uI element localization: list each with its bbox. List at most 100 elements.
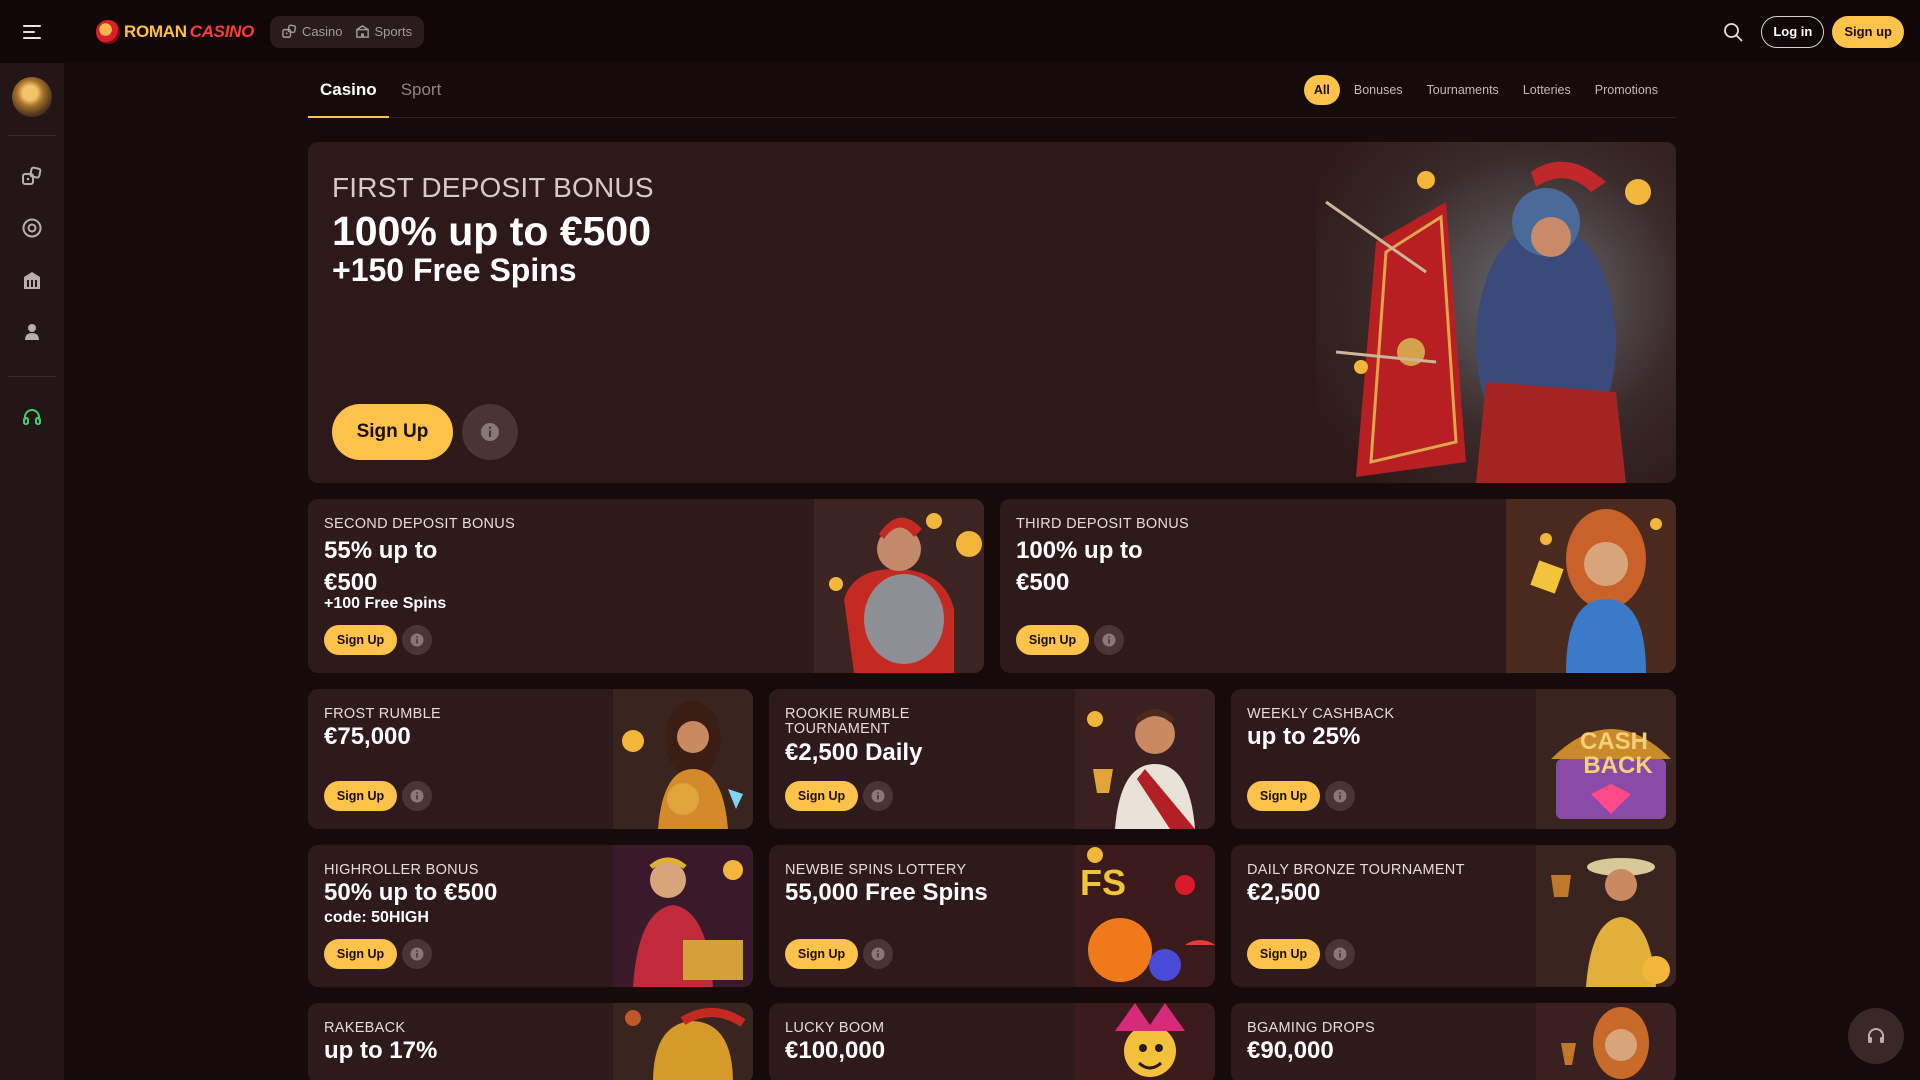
sidebar [0,63,64,1080]
promo-title: THIRD DEPOSIT BONUS [1016,516,1190,532]
cowgirl-illustration [1536,845,1676,987]
segment-sports-label: Sports [374,24,413,39]
user-icon [25,324,39,340]
segment-sports[interactable]: Sports [349,24,419,39]
promo-signup-button[interactable]: Sign Up [1016,625,1089,655]
promo-card-highroller[interactable]: HIGHROLLER BONUS 50% up to €500 code: 50… [308,845,753,987]
sidebar-item-sports[interactable] [0,202,64,254]
promo-card-third-deposit[interactable]: THIRD DEPOSIT BONUS 100% up to €500 Sign… [1000,499,1676,673]
promo-card-weekly-cashback[interactable]: CASH BACK WEEKLY CASHBACK up to 25% Sign… [1231,689,1676,829]
top-bar: ROMAN CASINO Casino Sports Log in Sign up [0,0,1920,63]
promo-card-frost-rumble[interactable]: FROST RUMBLE €75,000 Sign Up [308,689,753,829]
logo-text-roman: ROMAN [124,21,187,41]
promo-value: €75,000 [324,723,411,750]
promo-signup-button[interactable]: Sign Up [1247,939,1320,969]
promo-info-button[interactable] [402,781,432,811]
queen-illustration [1536,1003,1676,1080]
promo-card-daily-bronze[interactable]: DAILY BRONZE TOURNAMENT €2,500 Sign Up [1231,845,1676,987]
promo-signup-button[interactable]: Sign Up [324,939,397,969]
sidebar-divider [8,376,56,377]
promo-title: DAILY BRONZE TOURNAMENT [1247,862,1465,878]
dice-icon [22,166,42,185]
hamburger-menu-icon[interactable] [0,0,64,63]
promo-filters: All Bonuses Tournaments Lotteries Promot… [1303,75,1676,105]
info-icon [410,789,424,803]
svg-text:CASH: CASH [1580,728,1648,755]
filter-all[interactable]: All [1303,75,1340,105]
promo-info-button[interactable] [863,939,893,969]
filter-tournaments[interactable]: Tournaments [1417,75,1509,105]
promo-title: NEWBIE SPINS LOTTERY [785,862,967,878]
caesar-gold-illustration [613,845,753,987]
promo-info-button[interactable] [1094,625,1124,655]
filter-promotions[interactable]: Promotions [1585,75,1668,105]
info-icon [410,633,424,647]
tab-bar: Casino Sport All Bonuses Tournaments Lot… [308,63,1676,118]
promo-card-rookie-rumble[interactable]: ROOKIE RUMBLE TOURNAMENT €2,500 Daily Si… [769,689,1215,829]
loyalty-badge-icon[interactable] [12,77,52,117]
promo-signup-button[interactable]: Sign Up [324,781,397,811]
segment-casino[interactable]: Casino [276,24,348,39]
tab-sport[interactable]: Sport [389,63,454,118]
login-button[interactable]: Log in [1761,15,1825,48]
promo-value-line1: 100% up to [1016,537,1143,564]
promo-info-button[interactable] [402,939,432,969]
promo-value: €100,000 [785,1037,886,1064]
hero-promo-card[interactable]: FIRST DEPOSIT BONUS 100% up to €500 +150… [308,142,1676,483]
promo-code: code: 50HIGH [324,909,429,926]
promo-value-line1: 55% up to [324,537,438,564]
promo-title: HIGHROLLER BONUS [324,862,479,878]
info-icon [1102,633,1116,647]
sidebar-item-live-casino[interactable] [0,254,64,306]
promo-title-line2: TOURNAMENT [785,721,891,737]
promo-value-line2: €500 [1016,569,1070,596]
spartan-helmet-illustration [613,1003,753,1080]
sidebar-item-casino[interactable] [0,150,64,202]
tab-casino[interactable]: Casino [308,63,389,118]
brand-logo[interactable]: ROMAN CASINO [96,19,254,44]
vertical-switcher: Casino Sports [270,15,425,48]
hero-signup-button[interactable]: Sign Up [332,404,453,460]
promo-title: WEEKLY CASHBACK [1247,706,1395,722]
promo-title: LUCKY BOOM [785,1020,885,1036]
promo-info-button[interactable] [402,625,432,655]
promo-card-bgaming-drops[interactable]: BGAMING DROPS €90,000 [1231,1003,1676,1080]
sidebar-item-profile[interactable] [0,306,64,358]
building-icon [24,272,40,289]
main-content: Casino Sport All Bonuses Tournaments Lot… [308,63,1676,1080]
svg-text:BACK: BACK [1583,752,1653,779]
search-icon[interactable] [1717,16,1749,48]
promo-signup-button[interactable]: Sign Up [1247,781,1320,811]
info-icon [1333,947,1347,961]
promo-info-button[interactable] [1325,939,1355,969]
sidebar-item-support[interactable] [0,391,64,443]
promo-title: SECOND DEPOSIT BONUS [324,516,516,532]
promo-signup-button[interactable]: Sign Up [785,781,858,811]
filter-lotteries[interactable]: Lotteries [1513,75,1581,105]
hero-headline: 100% up to €500 [332,208,652,254]
promo-value: €2,500 [1247,879,1321,906]
headphones-icon [1868,1028,1884,1043]
promo-title: FROST RUMBLE [324,706,441,722]
filter-bonuses[interactable]: Bonuses [1344,75,1413,105]
promo-card-lucky-boom[interactable]: LUCKY BOOM €100,000 [769,1003,1215,1080]
promo-info-button[interactable] [1325,781,1355,811]
info-icon [871,789,885,803]
hero-info-button[interactable] [462,404,518,460]
signup-button[interactable]: Sign up [1832,15,1904,48]
football-icon [22,218,42,238]
support-chat-button[interactable] [1848,1008,1904,1064]
promo-card-second-deposit[interactable]: SECOND DEPOSIT BONUS 55% up to €500 +100… [308,499,984,673]
info-icon [1333,789,1347,803]
promo-value: 50% up to €500 [324,879,498,906]
promo-card-rakeback[interactable]: RAKEBACK up to 17% [308,1003,753,1080]
promo-signup-button[interactable]: Sign Up [324,625,397,655]
promo-card-newbie-spins[interactable]: FS NEWBIE SPINS LOTTERY 55,000 Free Spin… [769,845,1215,987]
promo-info-button[interactable] [863,781,893,811]
stadium-icon [355,25,369,38]
promo-signup-button[interactable]: Sign Up [785,939,858,969]
info-icon [481,423,499,441]
jester-illustration [1075,1003,1215,1080]
promo-title: BGAMING DROPS [1247,1020,1375,1036]
gladiator-illustration [1316,142,1676,483]
